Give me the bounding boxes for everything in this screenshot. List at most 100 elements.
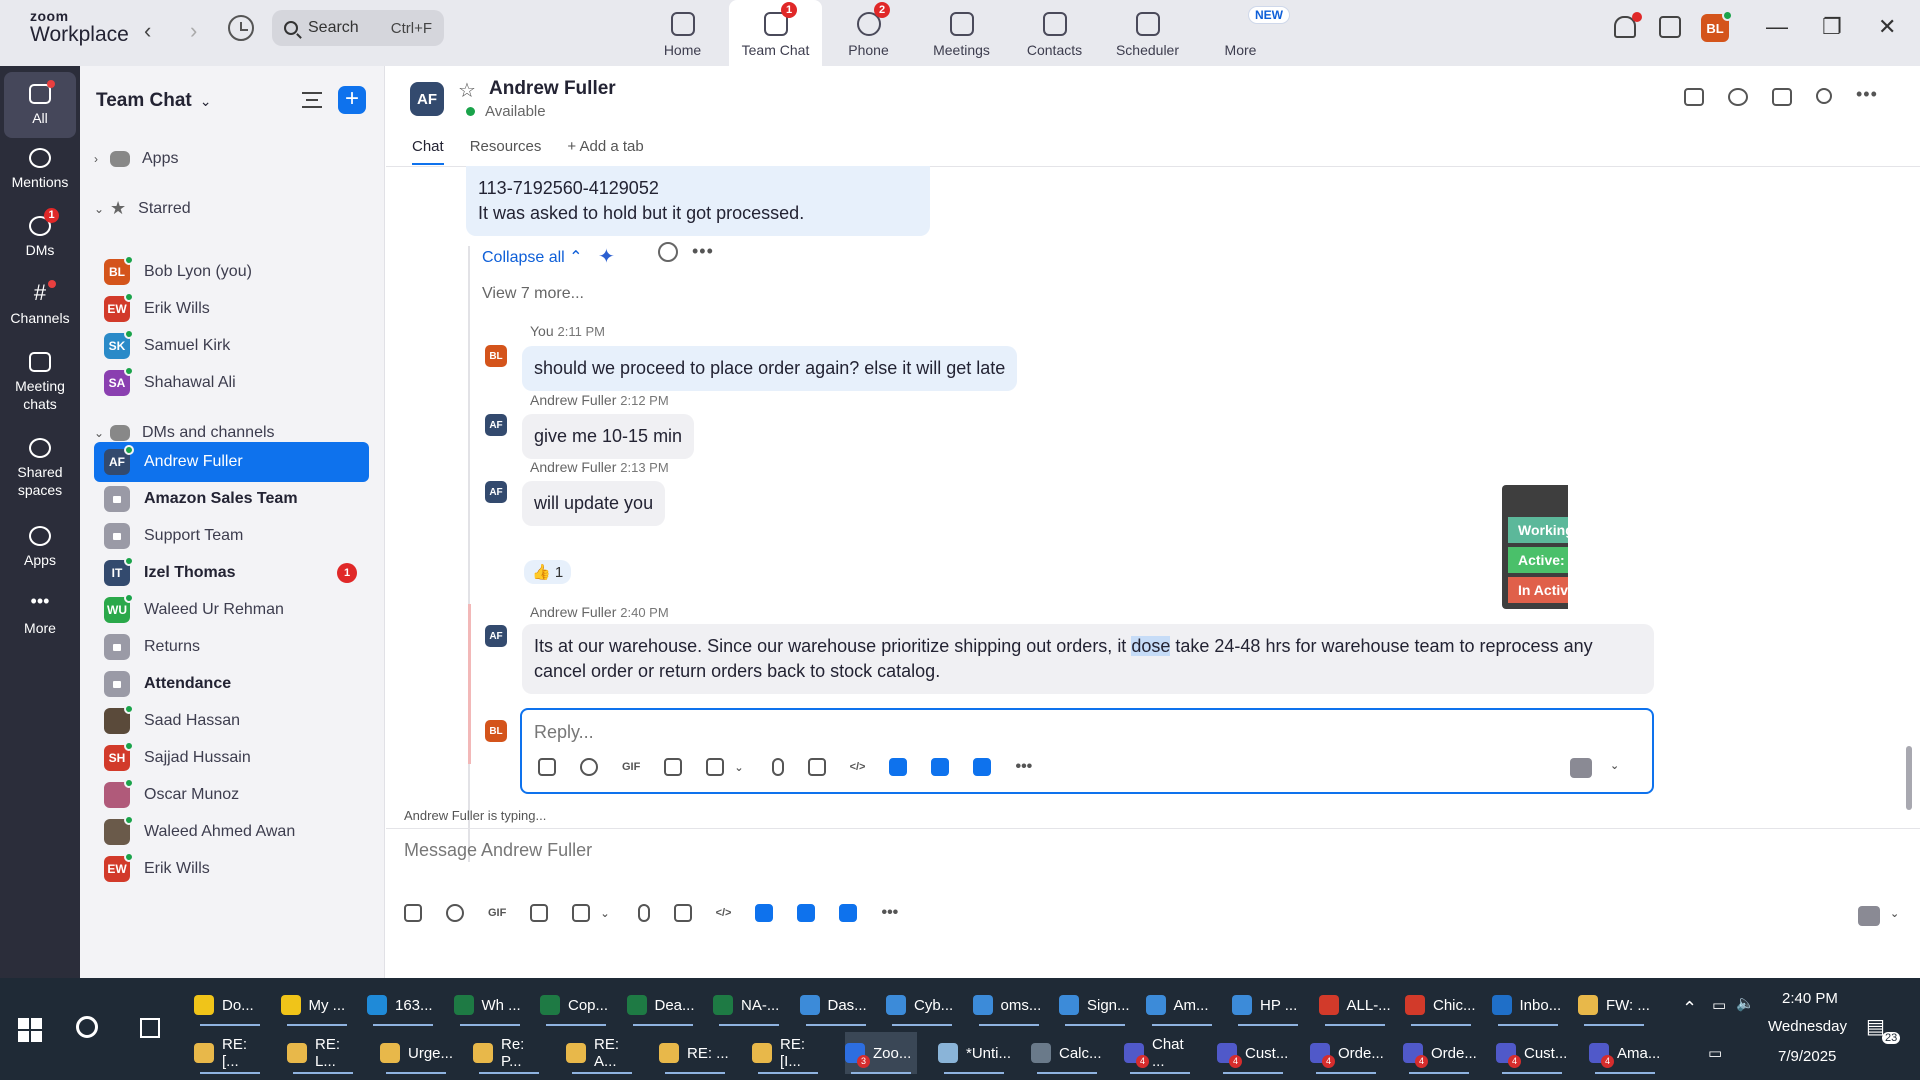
star-outline-icon[interactable]: ☆ bbox=[458, 78, 476, 103]
display-icon[interactable]: ▭ bbox=[1708, 1044, 1722, 1062]
gif-button[interactable]: GIF bbox=[622, 758, 640, 776]
app-icon-3[interactable] bbox=[973, 758, 992, 776]
history-icon[interactable] bbox=[228, 15, 254, 41]
battery-icon[interactable]: ▭ bbox=[1712, 996, 1726, 1014]
taskbar-app[interactable]: Sign... bbox=[1059, 984, 1131, 1026]
nav-tab-meetings[interactable]: Meetings bbox=[915, 0, 1008, 66]
nav-tab-more[interactable]: NEW More bbox=[1194, 0, 1290, 66]
sender-avatar[interactable]: BL bbox=[485, 345, 507, 367]
search-icon[interactable] bbox=[76, 1016, 98, 1038]
status-widget[interactable]: Working Active: 0 In Active bbox=[1502, 485, 1568, 609]
nav-tab-home[interactable]: Home bbox=[636, 0, 729, 66]
screenshot-icon[interactable] bbox=[572, 904, 591, 922]
taskbar-app[interactable]: 163... bbox=[367, 984, 439, 1026]
taskbar-app[interactable]: 4 Cust... bbox=[1217, 1032, 1289, 1074]
taskbar-app[interactable]: FW: ... bbox=[1578, 984, 1650, 1026]
taskbar-app[interactable]: 4 Chat ... bbox=[1124, 1032, 1196, 1074]
back-arrow-icon[interactable]: ‹ bbox=[144, 18, 151, 44]
app-icon-1[interactable] bbox=[755, 904, 774, 922]
microphone-icon[interactable] bbox=[637, 904, 650, 922]
task-view-icon[interactable] bbox=[140, 1018, 160, 1038]
share-screen-icon[interactable] bbox=[1772, 88, 1792, 106]
reply-input[interactable]: Reply... GIF ⌄ </> ••• ⌄ bbox=[520, 708, 1654, 794]
sidebar-item[interactable]: EW Erik Wills bbox=[94, 289, 369, 329]
nav-tab-scheduler[interactable]: Scheduler bbox=[1101, 0, 1194, 66]
active-status[interactable]: Active: 0 bbox=[1508, 547, 1568, 573]
format-icon[interactable] bbox=[538, 758, 556, 776]
send-icon[interactable] bbox=[1858, 906, 1880, 926]
sidebar-item[interactable]: Returns bbox=[94, 627, 369, 667]
send-options-icon[interactable]: ⌄ bbox=[1610, 756, 1619, 774]
taskbar-app[interactable]: Inbo... bbox=[1491, 984, 1564, 1026]
sender-avatar[interactable]: AF bbox=[485, 481, 507, 503]
sender-avatar[interactable]: AF bbox=[485, 625, 507, 647]
sidebar-item[interactable]: SA Shahawal Ali bbox=[94, 363, 369, 403]
taskbar-app[interactable]: Calc... bbox=[1031, 1032, 1103, 1074]
file-icon[interactable] bbox=[664, 758, 683, 776]
app-icon-2[interactable] bbox=[797, 904, 816, 922]
rail-item-dms[interactable]: DMs bbox=[4, 216, 76, 260]
contact-avatar[interactable]: AF bbox=[410, 82, 444, 116]
volume-icon[interactable]: 🔈 bbox=[1736, 994, 1755, 1012]
taskbar-app[interactable]: Cyb... bbox=[886, 984, 958, 1026]
sidebar-item[interactable]: WU Waleed Ur Rehman bbox=[94, 590, 369, 630]
message-bubble[interactable]: Its at our warehouse. Since our warehous… bbox=[522, 624, 1654, 694]
chevron-down-icon[interactable]: ⌄ bbox=[600, 904, 609, 922]
taskbar-app[interactable]: ALL-... bbox=[1318, 984, 1391, 1026]
screenshot-icon[interactable] bbox=[706, 758, 725, 776]
thread-more-icon[interactable]: ••• bbox=[692, 241, 714, 262]
taskbar-app[interactable]: Do... bbox=[194, 984, 266, 1026]
taskbar-app[interactable]: Chic... bbox=[1405, 984, 1477, 1026]
more-tools-icon[interactable]: ••• bbox=[1015, 758, 1032, 776]
search-icon[interactable] bbox=[1816, 88, 1832, 104]
taskbar-app[interactable]: RE: [... bbox=[194, 1032, 266, 1074]
nav-tab-contacts[interactable]: Contacts bbox=[1008, 0, 1101, 66]
taskbar-app[interactable]: 4 Orde... bbox=[1403, 1032, 1477, 1074]
emoji-icon[interactable] bbox=[580, 758, 598, 776]
emoji-icon[interactable] bbox=[446, 904, 464, 922]
video-call-icon[interactable] bbox=[1684, 88, 1704, 106]
rail-item-mentions[interactable]: Mentions bbox=[4, 148, 76, 192]
send-icon[interactable] bbox=[1570, 758, 1592, 778]
taskbar-app[interactable]: RE: A... bbox=[566, 1032, 638, 1074]
tab-add[interactable]: + Add a tab bbox=[567, 138, 643, 165]
sidebar-item[interactable]: BL Bob Lyon (you) bbox=[94, 252, 369, 292]
working-status[interactable]: Working bbox=[1508, 517, 1568, 543]
minimize-icon[interactable]: — bbox=[1766, 14, 1788, 40]
app-icon-2[interactable] bbox=[931, 758, 950, 776]
code-icon[interactable]: </> bbox=[850, 758, 866, 776]
section-dms-channels[interactable]: ⌄ DMs and channels bbox=[94, 424, 275, 442]
taskbar-app[interactable]: 4 Ama... bbox=[1589, 1032, 1661, 1074]
reaction-thumbs-up[interactable]: 👍 1 bbox=[524, 560, 572, 584]
chevron-down-icon[interactable]: ⌄ bbox=[734, 758, 743, 776]
sidebar-item[interactable]: IT Izel Thomas 1 bbox=[94, 553, 369, 593]
inactive-status[interactable]: In Active bbox=[1508, 577, 1568, 603]
close-icon[interactable]: ✕ bbox=[1878, 14, 1896, 40]
taskbar-app[interactable]: oms... bbox=[972, 984, 1045, 1026]
phone-call-icon[interactable] bbox=[1728, 88, 1748, 106]
send-options-icon[interactable]: ⌄ bbox=[1890, 904, 1899, 922]
chevron-up-icon[interactable]: ⌃ bbox=[1682, 998, 1697, 1019]
sidebar-title[interactable]: Team Chat ⌄ bbox=[96, 90, 211, 112]
restore-icon[interactable]: ❐ bbox=[1822, 14, 1842, 40]
taskbar-app[interactable]: My ... bbox=[280, 984, 353, 1026]
taskbar-app[interactable]: 3 Zoo... bbox=[845, 1032, 917, 1074]
search-bar[interactable]: Search Ctrl+F bbox=[272, 10, 444, 46]
clock-date[interactable]: 7/9/2025 bbox=[1778, 1048, 1836, 1065]
rail-item-shared-spaces[interactable]: Shared spaces bbox=[4, 438, 76, 499]
scroll-thumb[interactable] bbox=[1906, 746, 1912, 810]
collapse-all-link[interactable]: Collapse all ⌃ bbox=[482, 247, 583, 267]
microphone-icon[interactable] bbox=[771, 758, 784, 776]
ai-sparkle-icon[interactable]: ✦ bbox=[598, 244, 615, 269]
calendar-icon[interactable] bbox=[1659, 16, 1681, 38]
taskbar-app[interactable]: RE: [I... bbox=[752, 1032, 824, 1074]
contact-name[interactable]: Andrew Fuller bbox=[489, 78, 616, 100]
sidebar-item[interactable]: Attendance bbox=[94, 664, 369, 704]
taskbar-app[interactable]: *Unti... bbox=[938, 1032, 1011, 1074]
file-icon[interactable] bbox=[530, 904, 549, 922]
clock-time[interactable]: 2:40 PM bbox=[1782, 990, 1838, 1007]
taskbar-app[interactable]: Re: P... bbox=[473, 1032, 545, 1074]
new-chat-button[interactable]: + bbox=[338, 86, 366, 114]
nav-tab-team-chat[interactable]: 1 Team Chat bbox=[729, 0, 822, 66]
filter-icon[interactable] bbox=[302, 92, 322, 108]
